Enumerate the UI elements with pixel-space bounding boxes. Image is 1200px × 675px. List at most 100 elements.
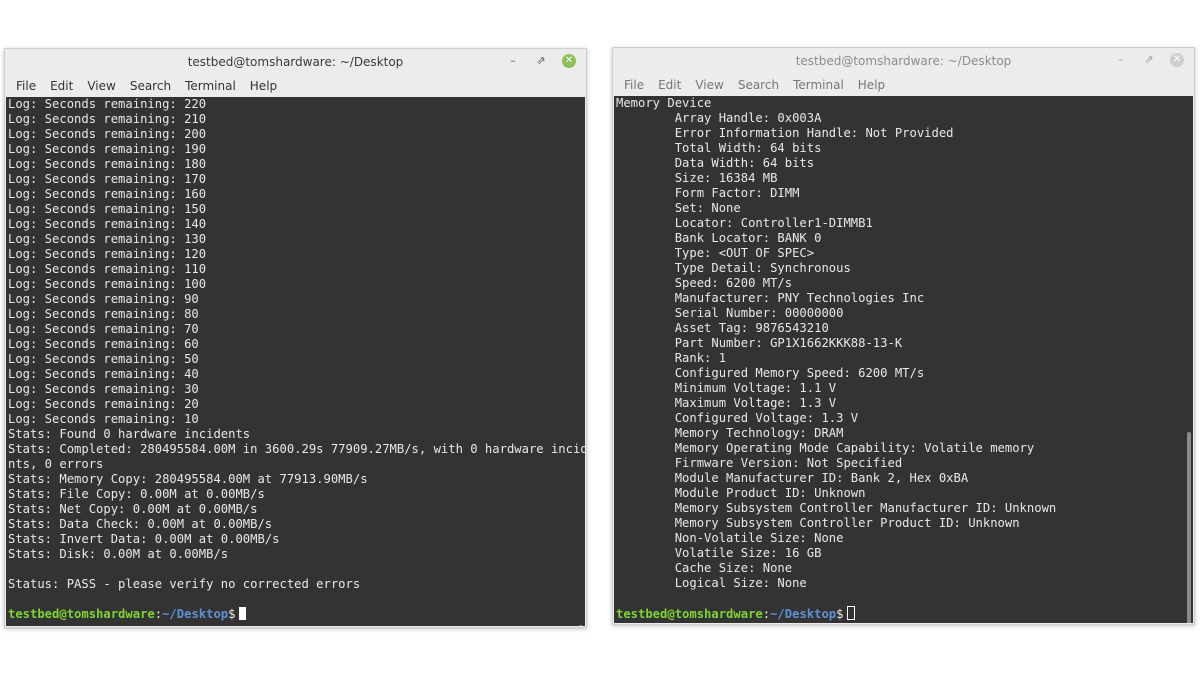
terminal-line: Log: Seconds remaining: 170 <box>8 172 207 186</box>
terminal-line: Log: Seconds remaining: 30 <box>8 382 199 396</box>
terminal-line: Log: Seconds remaining: 200 <box>8 127 207 141</box>
terminal-line: Serial Number: 00000000 <box>616 306 844 320</box>
minimize-icon[interactable]: – <box>1114 53 1128 67</box>
terminal-line: Data Width: 64 bits <box>616 156 815 170</box>
terminal-line: Memory Technology: DRAM <box>616 426 844 440</box>
terminal-line: Logical Size: None <box>616 576 807 590</box>
prompt-user-host: testbed@tomshardware <box>8 607 155 621</box>
title-bar[interactable]: testbed@tomshardware: ~/Desktop – ⇗ ✕ <box>5 49 586 75</box>
terminal-line: Part Number: GP1X1662KKK88-13-K <box>616 336 903 350</box>
terminal-line: Log: Seconds remaining: 210 <box>8 112 207 126</box>
terminal-line: Manufacturer: PNY Technologies Inc <box>616 291 925 305</box>
terminal-line: Log: Seconds remaining: 90 <box>8 292 199 306</box>
prompt-path: ~/Desktop <box>770 607 837 621</box>
prompt-dollar: $ <box>836 607 844 621</box>
terminal-line: Log: Seconds remaining: 20 <box>8 397 199 411</box>
prompt-path: ~/Desktop <box>162 607 229 621</box>
prompt-dollar: $ <box>228 607 236 621</box>
menu-terminal[interactable]: Terminal <box>786 78 851 92</box>
menu-search[interactable]: Search <box>123 79 178 93</box>
terminal-line: Size: 16384 MB <box>616 171 778 185</box>
prompt-colon: : <box>762 607 771 621</box>
terminal-line: Log: Seconds remaining: 150 <box>8 202 207 216</box>
terminal-line: Log: Seconds remaining: 140 <box>8 217 207 231</box>
output-lines: Log: Seconds remaining: 220 Log: Seconds … <box>8 97 585 622</box>
terminal-line: Log: Seconds remaining: 110 <box>8 262 207 276</box>
menu-file[interactable]: File <box>617 78 651 92</box>
terminal-line: Module Manufacturer ID: Bank 2, Hex 0xBA <box>616 471 969 485</box>
close-icon[interactable]: ✕ <box>1170 53 1184 67</box>
terminal-line: Module Product ID: Unknown <box>616 486 866 500</box>
terminal-line: Locator: Controller1-DIMMB1 <box>616 216 873 230</box>
window-title: testbed@tomshardware: ~/Desktop <box>795 54 1012 68</box>
terminal-line: Non-Volatile Size: None <box>616 531 844 545</box>
minimize-icon[interactable]: – <box>506 54 520 68</box>
text-cursor <box>847 606 856 620</box>
terminal-line: Cache Size: None <box>616 561 793 575</box>
prompt-colon: : <box>154 607 163 621</box>
terminal-line: Configured Memory Speed: 6200 MT/s <box>616 366 925 380</box>
menu-bar: File Edit View Search Terminal Help <box>613 74 1194 96</box>
menu-edit[interactable]: Edit <box>43 79 80 93</box>
terminal-line: Stats: Net Copy: 0.00M at 0.00MB/s <box>8 502 258 516</box>
maximize-icon[interactable]: ⇗ <box>534 54 548 68</box>
terminal-line: Log: Seconds remaining: 40 <box>8 367 199 381</box>
terminal-line: Stats: File Copy: 0.00M at 0.00MB/s <box>8 487 265 501</box>
menu-help[interactable]: Help <box>243 79 284 93</box>
shell-prompt[interactable]: testbed@tomshardware:~/Desktop$ <box>8 607 573 622</box>
terminal-window-right[interactable]: testbed@tomshardware: ~/Desktop – ⇗ ✕ Fi… <box>612 47 1195 625</box>
menu-file[interactable]: File <box>9 79 43 93</box>
terminal-line: Error Information Handle: Not Provided <box>616 126 954 140</box>
terminal-window-left[interactable]: testbed@tomshardware: ~/Desktop – ⇗ ✕ Fi… <box>4 48 587 628</box>
window-title: testbed@tomshardware: ~/Desktop <box>187 55 404 69</box>
terminal-line: Memory Subsystem Controller Manufacturer… <box>616 501 1057 515</box>
terminal-line: Type: <OUT OF SPEC> <box>616 246 815 260</box>
menu-view[interactable]: View <box>688 78 730 92</box>
terminal-line: Stats: Data Check: 0.00M at 0.00MB/s <box>8 517 273 531</box>
terminal-line: Log: Seconds remaining: 190 <box>8 142 207 156</box>
terminal-line: Log: Seconds remaining: 120 <box>8 247 207 261</box>
output-lines: Memory Device Array Handle: 0x003A Error… <box>616 96 1181 621</box>
terminal-line: Type Detail: Synchronous <box>616 261 851 275</box>
maximize-icon[interactable]: ⇗ <box>1142 53 1156 67</box>
terminal-line: Status: PASS - please verify no correcte… <box>8 577 361 591</box>
terminal-line: Log: Seconds remaining: 50 <box>8 352 199 366</box>
text-cursor <box>239 607 247 620</box>
menu-search[interactable]: Search <box>731 78 786 92</box>
terminal-line: Rank: 1 <box>616 351 727 365</box>
terminal-line: Log: Seconds remaining: 180 <box>8 157 207 171</box>
scrollbar[interactable] <box>1187 432 1191 623</box>
terminal-line: Log: Seconds remaining: 70 <box>8 322 199 336</box>
terminal-line: Bank Locator: BANK 0 <box>616 231 822 245</box>
terminal-line: Stats: Completed: 280495584.00M in 3600.… <box>8 442 585 456</box>
terminal-line: Form Factor: DIMM <box>616 186 800 200</box>
close-icon[interactable]: ✕ <box>562 54 576 68</box>
terminal-line: Set: None <box>616 201 741 215</box>
menu-view[interactable]: View <box>80 79 122 93</box>
menu-edit[interactable]: Edit <box>651 78 688 92</box>
terminal-line: Memory Device <box>616 96 712 110</box>
terminal-output[interactable]: Log: Seconds remaining: 220 Log: Seconds … <box>6 97 585 626</box>
shell-prompt[interactable]: testbed@tomshardware:~/Desktop$ <box>616 606 1181 621</box>
terminal-line: Stats: Disk: 0.00M at 0.00MB/s <box>8 547 229 561</box>
terminal-line: Memory Operating Mode Capability: Volati… <box>616 441 1035 455</box>
terminal-line: Log: Seconds remaining: 60 <box>8 337 199 351</box>
terminal-line: Asset Tag: 9876543210 <box>616 321 829 335</box>
scrollbar[interactable] <box>579 625 583 626</box>
terminal-line: Log: Seconds remaining: 130 <box>8 232 207 246</box>
terminal-line: Array Handle: 0x003A <box>616 111 822 125</box>
terminal-line: Firmware Version: Not Specified <box>616 456 903 470</box>
terminal-line: Stats: Memory Copy: 280495584.00M at 779… <box>8 472 368 486</box>
menu-bar: File Edit View Search Terminal Help <box>5 75 586 97</box>
terminal-line: nts, 0 errors <box>8 457 104 471</box>
terminal-output[interactable]: Memory Device Array Handle: 0x003A Error… <box>614 96 1193 623</box>
menu-terminal[interactable]: Terminal <box>178 79 243 93</box>
menu-help[interactable]: Help <box>851 78 892 92</box>
terminal-line: Log: Seconds remaining: 100 <box>8 277 207 291</box>
terminal-line: Stats: Invert Data: 0.00M at 0.00MB/s <box>8 532 280 546</box>
title-bar[interactable]: testbed@tomshardware: ~/Desktop – ⇗ ✕ <box>613 48 1194 74</box>
terminal-line: Volatile Size: 16 GB <box>616 546 822 560</box>
